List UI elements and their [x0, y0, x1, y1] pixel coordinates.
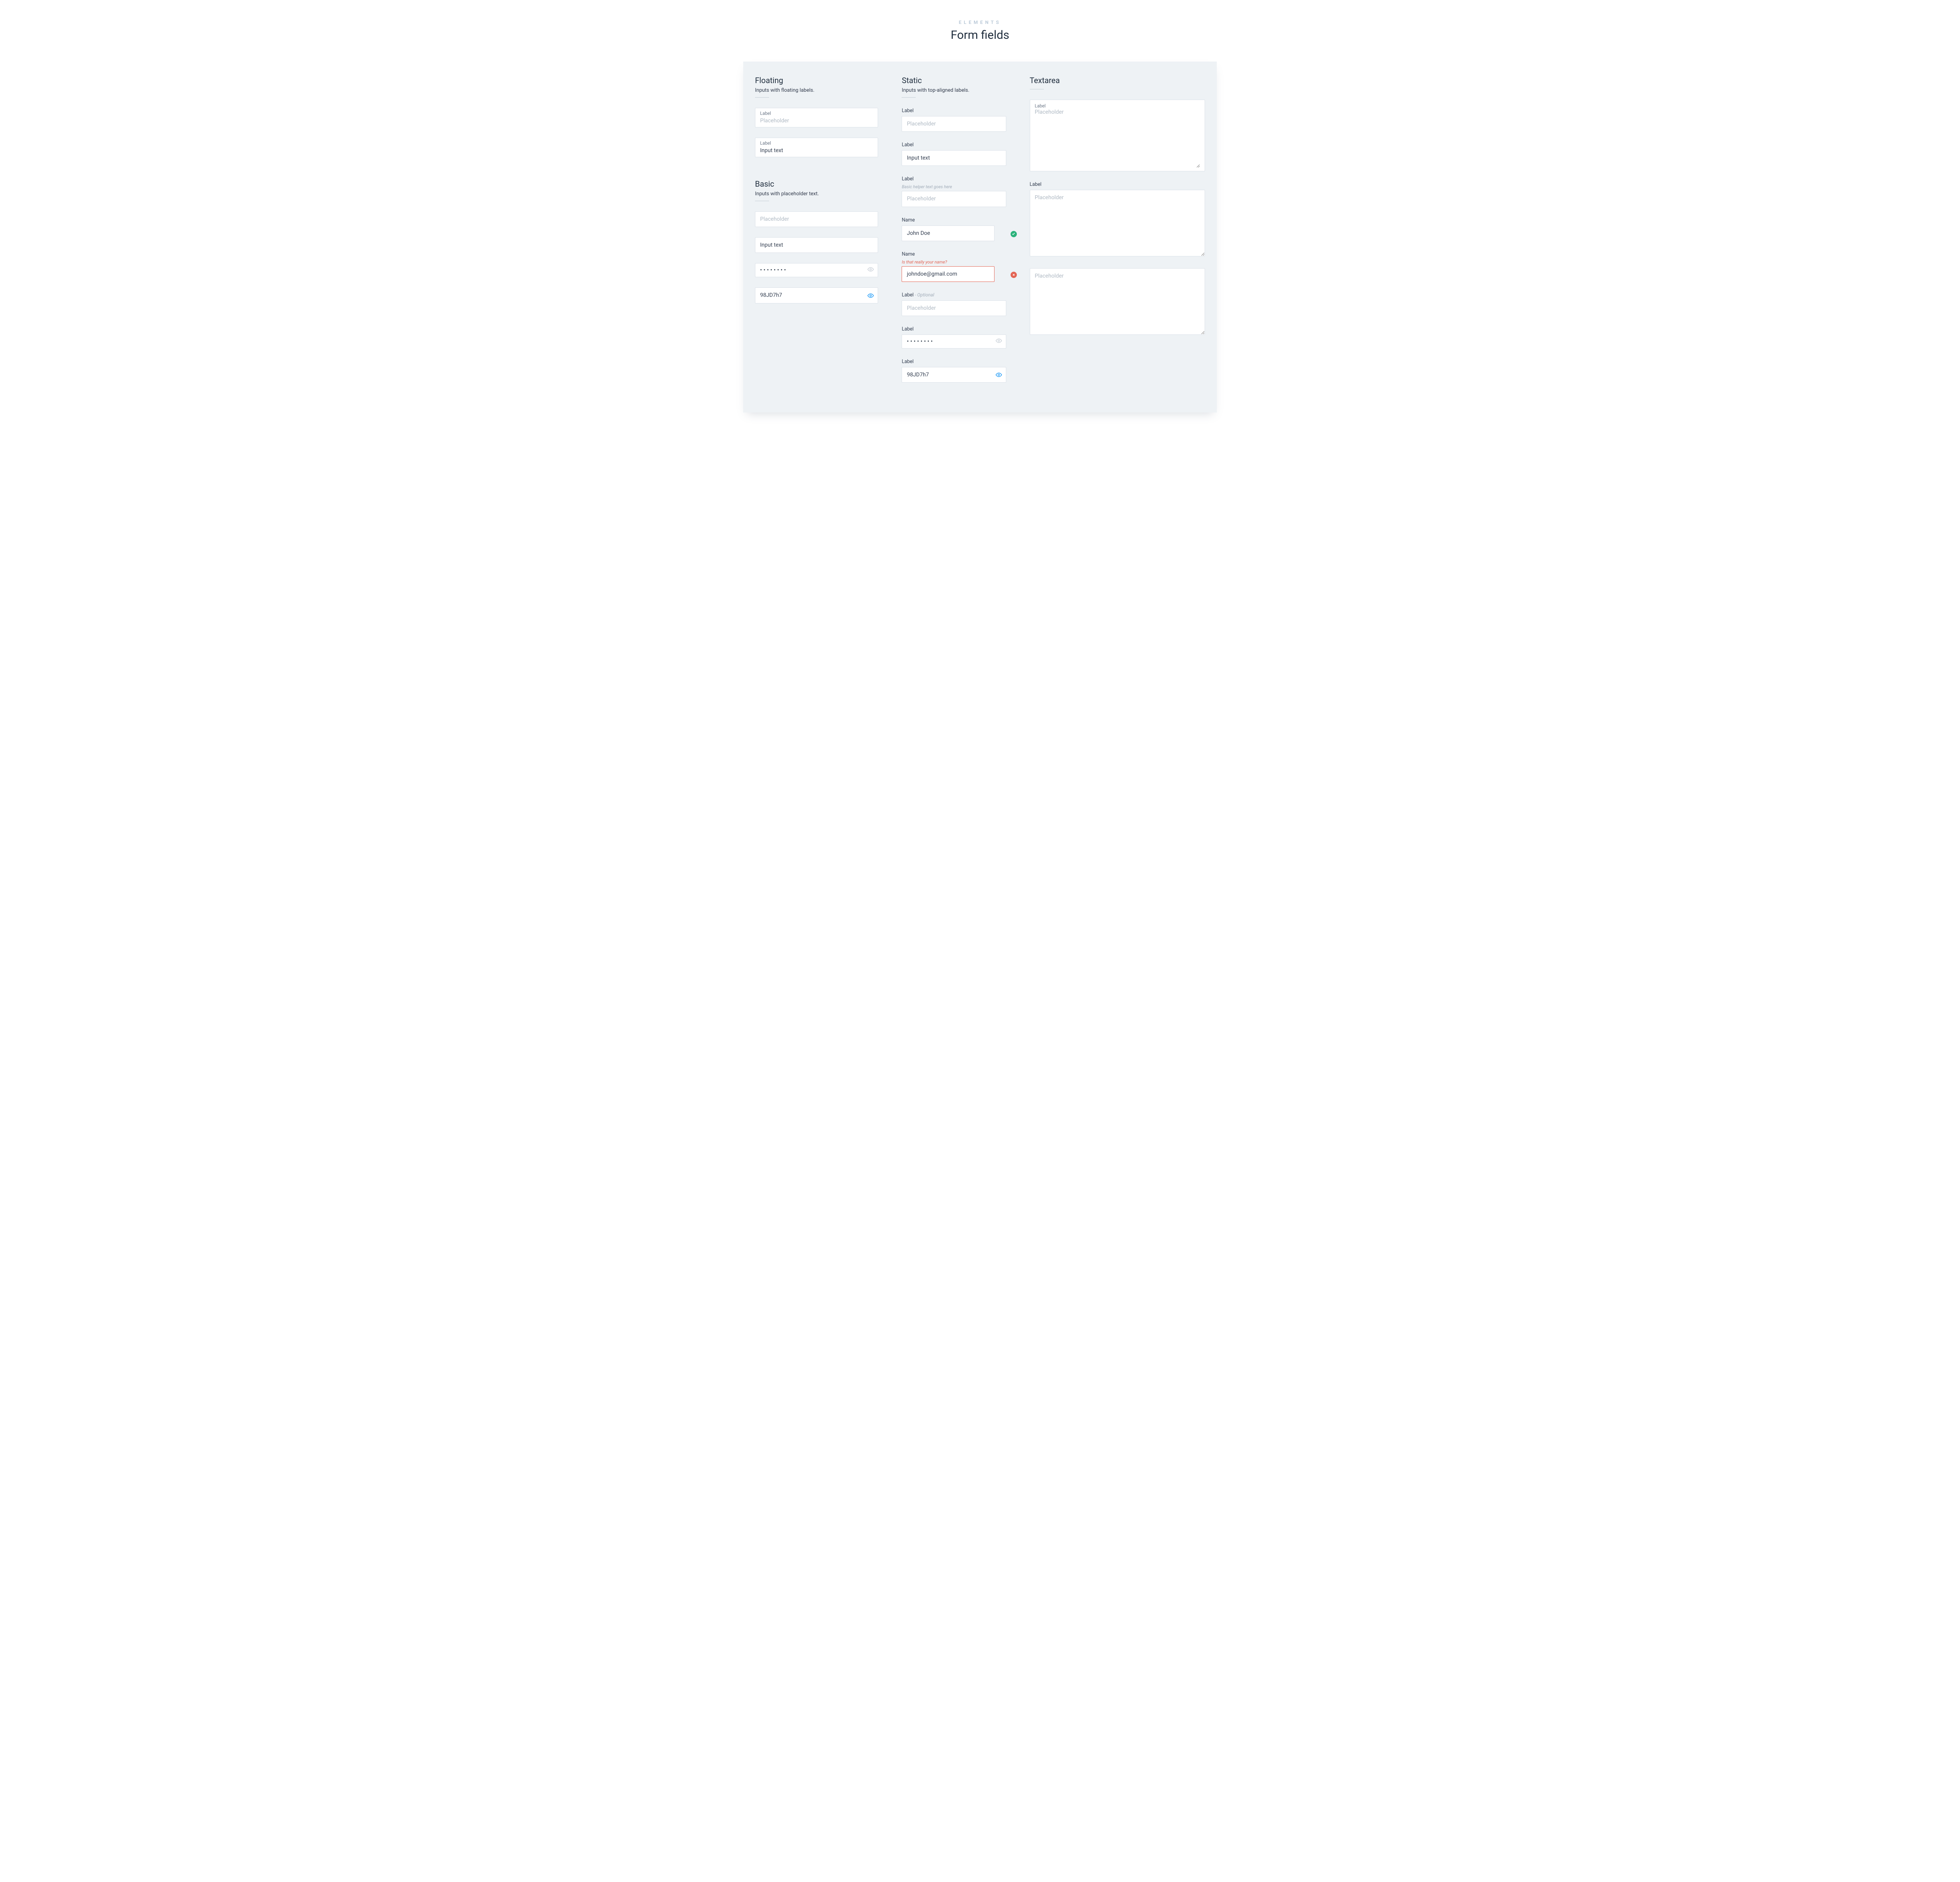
static-field-optional: Label - Optional — [902, 292, 1006, 316]
basic-field-placeholder — [755, 211, 878, 227]
static-field-invalid: Name Is that really your name? — [902, 251, 1006, 282]
static-field-filled: Label — [902, 142, 1006, 166]
floating-input-container[interactable]: Label — [755, 138, 878, 157]
x-circle-icon — [1010, 271, 1017, 278]
static-input[interactable] — [902, 300, 1006, 316]
password-input-masked[interactable]: •••••••• — [902, 334, 1006, 349]
basic-field-password-visible — [755, 287, 878, 303]
static-label: Label — [902, 292, 913, 298]
static-input-valid[interactable] — [902, 225, 994, 241]
section-sub-floating: Inputs with floating labels. — [755, 87, 878, 93]
basic-field-text — [755, 237, 878, 253]
floating-label: Label — [760, 140, 873, 146]
divider — [755, 97, 769, 98]
textarea-field-float: Label — [1030, 100, 1205, 171]
textarea-input[interactable] — [1030, 268, 1205, 335]
section-title-textarea: Textarea — [1030, 76, 1205, 85]
floating-field-empty: Label — [755, 108, 878, 127]
textarea-label: Label — [1030, 182, 1205, 187]
page-header: ELEMENTS Form fields — [729, 0, 1231, 54]
page-title: Form fields — [729, 28, 1231, 42]
overline: ELEMENTS — [729, 20, 1231, 25]
optional-suffix: - Optional — [914, 292, 935, 298]
static-field-empty: Label — [902, 108, 1006, 132]
static-input[interactable] — [902, 150, 1006, 166]
static-label: Label — [902, 142, 1006, 148]
form-panel: Floating Inputs with floating labels. La… — [743, 62, 1217, 412]
floating-label: Label — [760, 111, 873, 116]
helper-text: Basic helper text goes here — [902, 184, 1006, 189]
check-circle-icon — [1010, 231, 1017, 238]
error-helper-text: Is that really your name? — [902, 260, 994, 265]
password-input-masked[interactable]: •••••••• — [755, 263, 878, 277]
column-textarea: Textarea Label Label — [1018, 76, 1217, 393]
static-label: Label — [902, 176, 1006, 182]
static-label: Name — [902, 217, 994, 223]
static-label: Label — [902, 108, 1006, 114]
floating-field-filled: Label — [755, 138, 878, 157]
eye-icon[interactable] — [867, 292, 874, 299]
section-sub-static: Inputs with top-aligned labels. — [902, 87, 1006, 93]
textarea-input[interactable] — [1035, 109, 1200, 168]
section-title-static: Static — [902, 76, 1006, 85]
eye-icon[interactable] — [995, 371, 1002, 378]
basic-field-password-masked: •••••••• — [755, 263, 878, 277]
divider — [902, 97, 916, 98]
static-field-valid: Name — [902, 217, 1006, 241]
static-label-optional: Label - Optional — [902, 292, 1006, 298]
static-field-password-masked: Label •••••••• — [902, 326, 1006, 349]
static-field-password-visible: Label — [902, 359, 1006, 383]
floating-input[interactable] — [760, 118, 873, 124]
basic-input[interactable] — [755, 237, 878, 253]
eye-icon[interactable] — [995, 337, 1002, 344]
section-title-basic: Basic — [755, 179, 878, 189]
static-label: Name — [902, 251, 994, 257]
password-input-visible[interactable] — [755, 287, 878, 303]
textarea-field-plain — [1030, 268, 1205, 336]
static-input[interactable] — [902, 116, 1006, 132]
page: ELEMENTS Form fields Floating Inputs wit… — [729, 0, 1231, 428]
column-static: Static Inputs with top-aligned labels. L… — [890, 76, 1018, 393]
static-label: Label — [902, 326, 1006, 332]
basic-input[interactable] — [755, 211, 878, 227]
floating-input-container[interactable]: Label — [755, 108, 878, 127]
static-input-invalid[interactable] — [902, 266, 994, 282]
static-field-helper: Label Basic helper text goes here — [902, 176, 1006, 207]
textarea-label: Label — [1035, 103, 1200, 109]
floating-input[interactable] — [760, 147, 873, 154]
textarea-field-labeled: Label — [1030, 182, 1205, 258]
section-title-floating: Floating — [755, 76, 878, 85]
textarea-input[interactable] — [1030, 190, 1205, 256]
column-floating-basic: Floating Inputs with floating labels. La… — [743, 76, 890, 393]
textarea-container[interactable]: Label — [1030, 100, 1205, 171]
section-sub-basic: Inputs with placeholder text. — [755, 191, 878, 197]
password-input-visible[interactable] — [902, 367, 1006, 383]
static-input[interactable] — [902, 191, 1006, 207]
eye-icon[interactable] — [867, 266, 874, 273]
static-label: Label — [902, 359, 1006, 365]
